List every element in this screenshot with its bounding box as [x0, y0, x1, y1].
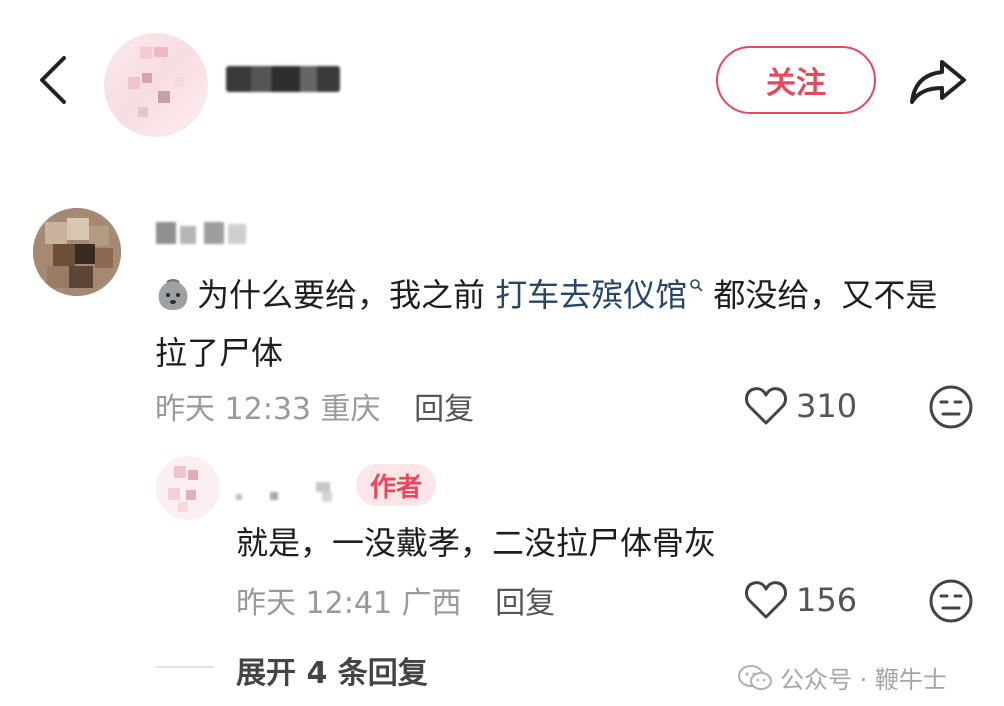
reply-button[interactable]: 回复 [414, 392, 474, 427]
reply-location: 广西 [401, 586, 462, 621]
search-icon [690, 279, 703, 292]
reply-username-blurred[interactable] [236, 478, 340, 504]
divider-line [156, 666, 214, 668]
reply-time: 昨天 12:41 [236, 586, 392, 621]
comment-location: 重庆 [320, 392, 381, 427]
back-arrow-icon[interactable] [34, 52, 74, 108]
heart-icon [745, 387, 787, 425]
sad-face-emoji-icon [158, 279, 188, 310]
reply-meta: 昨天 12:41 广西 回复 [236, 578, 555, 622]
like-count: 310 [796, 387, 858, 425]
like-button[interactable]: 310 [744, 384, 857, 428]
reply-button[interactable]: 回复 [495, 586, 555, 621]
heart-icon [745, 581, 787, 619]
author-avatar[interactable] [104, 33, 208, 137]
author-username-blurred[interactable] [226, 66, 340, 92]
topic-link[interactable]: 打车去殡仪馆 [495, 276, 703, 314]
follow-button[interactable]: 关注 [716, 46, 876, 114]
like-button[interactable]: 156 [744, 578, 857, 622]
wechat-icon [738, 664, 772, 690]
comment-avatar[interactable] [33, 208, 121, 296]
watermark-text: 公众号 · 鞭牛士 [780, 666, 947, 694]
comment-text-part: 为什么要给，我之前 [197, 276, 496, 314]
author-badge: 作者 [356, 464, 436, 506]
like-count: 156 [796, 581, 858, 619]
comment-meta: 昨天 12:33 重庆 回复 [155, 384, 474, 428]
reply-avatar[interactable] [156, 456, 220, 520]
comment-username-blurred[interactable] [156, 218, 254, 248]
expand-replies-button[interactable]: 展开 4 条回复 [236, 648, 428, 692]
reply-text: 就是，一没戴孝，二没拉尸体骨灰 [236, 524, 717, 562]
comment-text: 为什么要给，我之前 打车去殡仪馆 都没给，又不是拉了尸体 [155, 266, 955, 382]
unamused-face-icon[interactable] [928, 578, 974, 624]
unamused-face-icon[interactable] [928, 384, 974, 430]
topic-link-label[interactable]: 打车去殡仪馆 [495, 276, 687, 314]
share-icon[interactable] [906, 52, 970, 108]
comment-time: 昨天 12:33 [155, 392, 311, 427]
watermark: 公众号 · 鞭牛士 [738, 660, 947, 695]
